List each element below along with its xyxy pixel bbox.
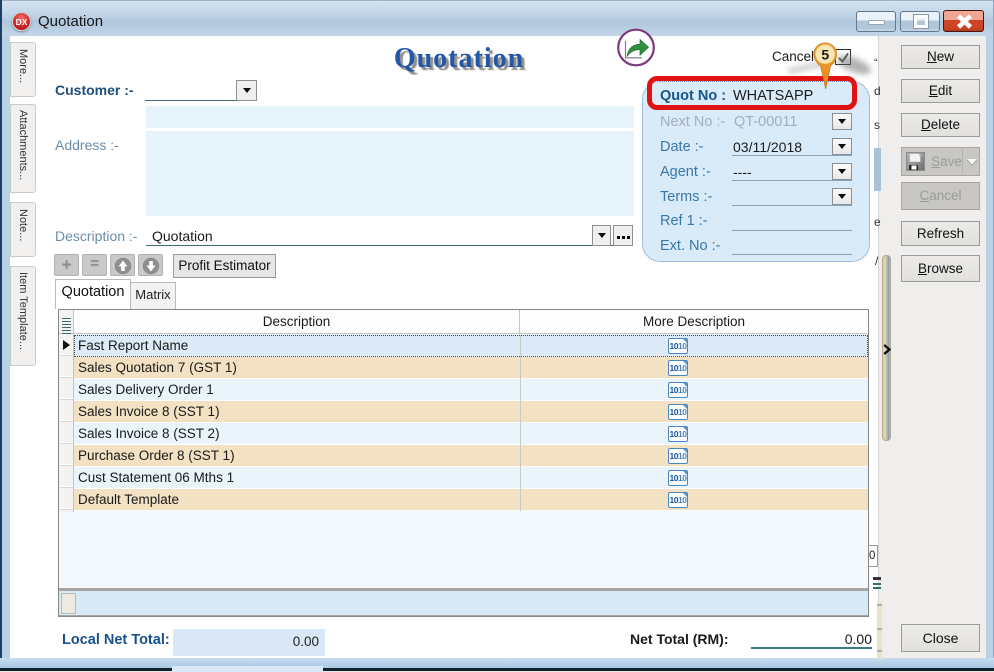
- svg-text:5: 5: [821, 46, 829, 62]
